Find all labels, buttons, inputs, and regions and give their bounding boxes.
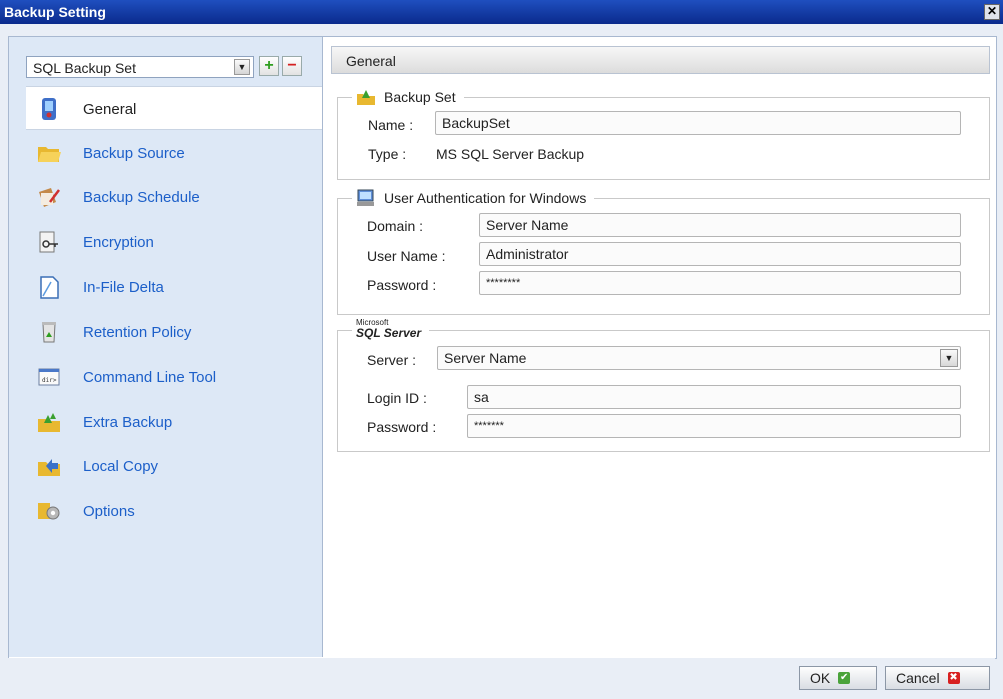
backup-set-group: Backup Set [337, 88, 990, 180]
username-label: User Name : [367, 248, 446, 264]
sidebar-item-options[interactable]: Options [26, 489, 322, 533]
windows-auth-legend-text: User Authentication for Windows [384, 190, 587, 206]
svg-text:dir>: dir> [42, 377, 57, 384]
chevron-down-icon[interactable]: ▼ [940, 349, 958, 367]
sidebar-item-label: Backup Source [83, 145, 185, 162]
chevron-down-icon[interactable]: ▼ [234, 59, 250, 75]
sql-server-logo: Microsoft SQL Server [352, 319, 430, 340]
section-title: General [346, 53, 396, 69]
sidebar-item-general[interactable]: General [26, 86, 322, 130]
section-header: General [331, 46, 990, 74]
sidebar-item-label: General [83, 101, 137, 118]
type-value: MS SQL Server Backup [436, 146, 585, 162]
server-label: Server : [367, 352, 417, 368]
windows-auth-legend: User Authentication for Windows [352, 189, 595, 207]
sidebar-item-label: Command Line Tool [83, 369, 217, 386]
remove-backup-set-button[interactable]: − [282, 56, 302, 76]
server-select[interactable]: Server Name ▼ [437, 346, 961, 370]
sidebar-item-retention-policy[interactable]: Retention Policy [26, 310, 322, 354]
name-label: Name : [368, 117, 414, 133]
document-icon [40, 276, 59, 299]
sidebar-item-label: Encryption [83, 234, 154, 251]
computer-icon [357, 189, 374, 206]
login-id-label: Login ID : [367, 390, 427, 406]
sidebar-item-label: Options [83, 503, 135, 520]
sidebar-item-label: Backup Schedule [83, 189, 200, 206]
sidebar-item-label: Extra Backup [83, 414, 173, 431]
sql-password-label: Password : [367, 419, 437, 435]
sidebar-item-label: Retention Policy [83, 324, 192, 341]
local-copy-icon [38, 459, 60, 476]
close-icon: ✖ [947, 672, 960, 684]
extra-backup-icon [38, 413, 60, 432]
sidebar-item-label: Local Copy [83, 458, 159, 475]
cancel-label: Cancel [896, 670, 940, 686]
general-icon [42, 98, 56, 120]
sql-logo-main: SQL Server [356, 326, 422, 340]
sidebar-item-local-copy[interactable]: Local Copy [26, 444, 322, 488]
username-input[interactable]: Administrator [479, 242, 961, 266]
backup-set-legend: Backup Set [352, 88, 464, 106]
backup-set-select[interactable]: SQL Backup Set ▼ [26, 56, 254, 78]
server-value: Server Name [444, 350, 527, 366]
folder-open-icon [38, 147, 61, 162]
login-id-input[interactable]: sa [467, 385, 961, 409]
sidebar-item-command-line-tool[interactable]: dir> Command Line Tool [26, 355, 322, 399]
domain-input[interactable]: Server Name [479, 213, 961, 237]
recycle-bin-icon [42, 322, 56, 343]
key-icon [39, 231, 58, 253]
window-title: Backup Setting [4, 4, 106, 20]
sidebar-item-backup-source[interactable]: Backup Source [26, 131, 322, 175]
cancel-button[interactable]: Cancel ✖ [885, 666, 990, 690]
domain-label: Domain : [367, 218, 424, 234]
command-line-icon: dir> [38, 368, 60, 386]
type-label: Type : [368, 146, 407, 162]
sql-password-input[interactable]: ******* [467, 414, 961, 438]
password-label: Password : [367, 277, 437, 293]
ok-label: OK [810, 670, 831, 686]
sidebar-item-encryption[interactable]: Encryption [26, 220, 322, 264]
ok-button[interactable]: OK ✔ [799, 666, 877, 690]
add-backup-set-button[interactable]: + [259, 56, 279, 76]
backup-set-icon [357, 90, 375, 105]
sidebar-item-backup-schedule[interactable]: Backup Schedule [26, 175, 322, 219]
check-icon: ✔ [838, 672, 851, 684]
options-gear-icon [38, 503, 60, 520]
backup-set-legend-text: Backup Set [384, 89, 456, 105]
backup-set-name-input[interactable]: BackupSet [435, 111, 961, 135]
sidebar-item-label: In-File Delta [83, 279, 164, 296]
title-bar: Backup Setting ✕ [0, 0, 1003, 24]
sidebar-item-in-file-delta[interactable]: In-File Delta [26, 265, 322, 309]
sidebar-item-extra-backup[interactable]: Extra Backup [26, 400, 322, 444]
schedule-icon [39, 188, 60, 207]
windows-password-input[interactable]: ******** [479, 271, 961, 295]
backup-set-value: SQL Backup Set [33, 60, 136, 76]
close-icon[interactable]: ✕ [984, 4, 1000, 20]
